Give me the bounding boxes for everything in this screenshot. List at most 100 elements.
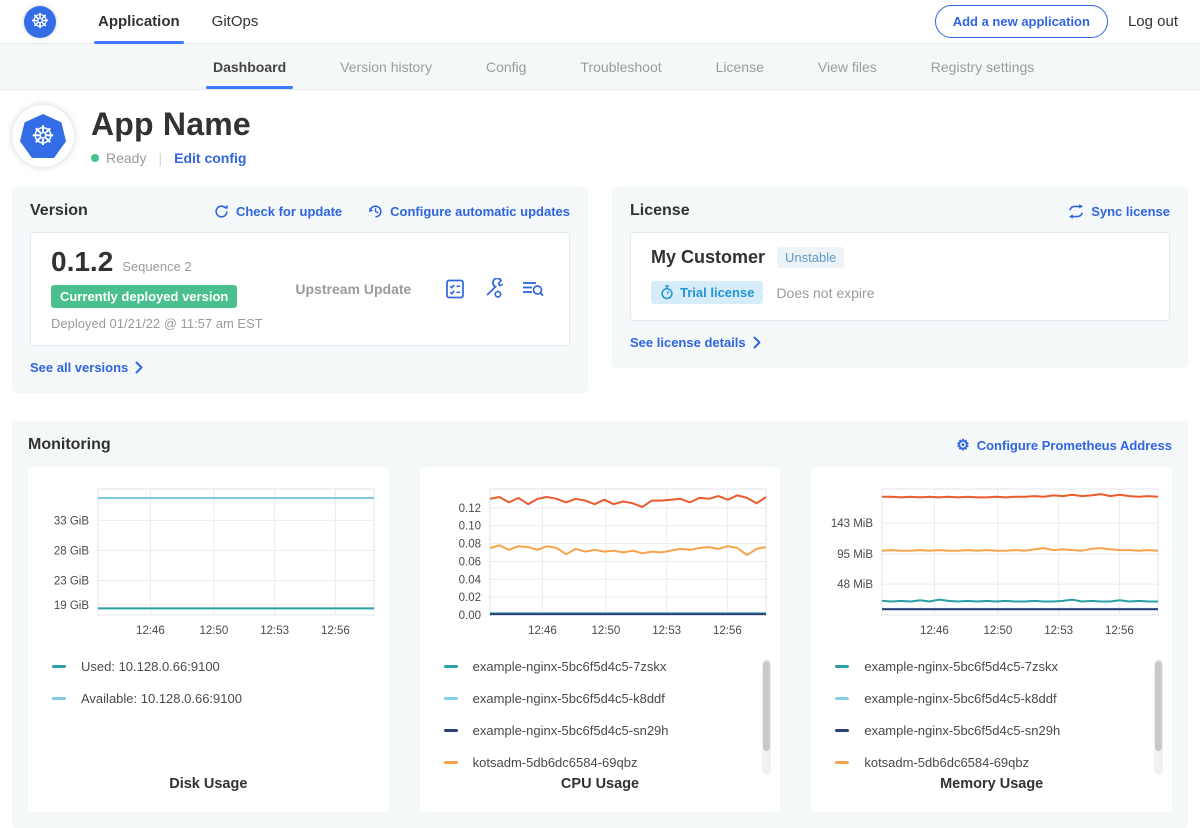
svg-text:12:53: 12:53	[1044, 625, 1073, 637]
svg-text:0.12: 0.12	[459, 503, 481, 515]
legend-label: example-nginx-5bc6f5d4c5-sn29h	[864, 723, 1060, 738]
legend-label: example-nginx-5bc6f5d4c5-k8ddf	[864, 691, 1056, 706]
svg-text:12:46: 12:46	[136, 625, 165, 637]
version-card: Version Check for update Configure autom…	[12, 187, 588, 393]
deployed-badge: Currently deployed version	[51, 285, 237, 308]
legend-swatch	[444, 665, 458, 668]
legend-scrollbar[interactable]	[1154, 659, 1163, 775]
svg-text:12:53: 12:53	[261, 625, 290, 637]
svg-text:28 GiB: 28 GiB	[54, 545, 89, 557]
current-version-box: 0.1.2 Sequence 2 Currently deployed vers…	[30, 232, 570, 346]
scrollbar-thumb[interactable]	[763, 661, 770, 751]
tab-version-history[interactable]: Version history	[313, 44, 459, 89]
legend-swatch	[835, 761, 849, 764]
svg-text:0.02: 0.02	[459, 592, 481, 604]
legend-swatch	[52, 665, 66, 668]
channel-badge: Unstable	[777, 247, 844, 268]
tab-registry-settings[interactable]: Registry settings	[904, 44, 1061, 89]
legend-scrollbar[interactable]	[762, 659, 771, 775]
refresh-icon	[214, 204, 229, 219]
logs-search-icon	[521, 278, 545, 300]
disk-usage-panel: 19 GiB23 GiB28 GiB33 GiB12:4612:5012:531…	[28, 467, 389, 812]
tab-license[interactable]: License	[689, 44, 791, 89]
divider: |	[158, 150, 162, 166]
svg-text:12:50: 12:50	[200, 625, 229, 637]
legend-item: example-nginx-5bc6f5d4c5-sn29h	[835, 723, 1146, 738]
monitoring-card: Monitoring ⚙ Configure Prometheus Addres…	[12, 421, 1188, 828]
version-number: 0.1.2	[51, 246, 113, 278]
legend-item: example-nginx-5bc6f5d4c5-sn29h	[444, 723, 755, 738]
legend-item: kotsadm-5db6dc6584-69qbz	[835, 755, 1146, 770]
chart-title: CPU Usage	[420, 776, 781, 792]
chevron-right-icon	[135, 361, 143, 374]
stopwatch-icon	[660, 285, 674, 300]
cpu-usage-panel: 0.000.020.040.060.080.100.1212:4612:5012…	[420, 467, 781, 812]
add-application-button[interactable]: Add a new application	[935, 5, 1108, 38]
memory-usage-panel: 48 MiB95 MiB143 MiB12:4612:5012:5312:56 …	[811, 467, 1172, 812]
version-sequence: Sequence 2	[122, 259, 191, 274]
logout-button[interactable]: Log out	[1128, 13, 1178, 30]
chart-panels: 19 GiB23 GiB28 GiB33 GiB12:4612:5012:531…	[28, 467, 1172, 812]
svg-text:12:46: 12:46	[920, 625, 949, 637]
legend-item: kotsadm-5db6dc6584-69qbz	[444, 755, 755, 770]
edit-config-link[interactable]: Edit config	[174, 150, 246, 166]
disk-usage-legend: Used: 10.128.0.66:9100 Available: 10.128.…	[28, 659, 389, 772]
app-icon: ☸	[12, 105, 74, 167]
legend-item: example-nginx-5bc6f5d4c5-7zskx	[444, 659, 755, 674]
see-license-details-link[interactable]: See license details	[630, 335, 761, 350]
config-wrench-button[interactable]	[482, 278, 505, 300]
nav-item-gitops[interactable]: GitOps	[196, 0, 275, 44]
configure-prometheus-link[interactable]: ⚙ Configure Prometheus Address	[956, 438, 1172, 453]
chart-title: Memory Usage	[811, 776, 1172, 792]
legend-item: example-nginx-5bc6f5d4c5-k8ddf	[444, 691, 755, 706]
tab-config[interactable]: Config	[459, 44, 553, 89]
tab-view-files[interactable]: View files	[791, 44, 904, 89]
kubernetes-wheel-icon: ☸	[31, 11, 50, 32]
legend-label: example-nginx-5bc6f5d4c5-7zskx	[864, 659, 1058, 674]
chevron-right-icon	[753, 336, 761, 349]
scrollbar-thumb[interactable]	[1155, 661, 1162, 751]
app-header: ☸ App Name Ready | Edit config	[0, 90, 1200, 181]
nav-item-application[interactable]: Application	[82, 0, 196, 44]
svg-text:19 GiB: 19 GiB	[54, 600, 89, 612]
svg-text:0.04: 0.04	[459, 574, 482, 586]
preflight-checks-button[interactable]	[444, 278, 466, 300]
view-logs-button[interactable]	[521, 278, 545, 300]
legend-label: kotsadm-5db6dc6584-69qbz	[473, 755, 638, 770]
license-card-title: License	[630, 202, 690, 220]
legend-swatch	[835, 729, 849, 732]
legend-label: Available: 10.128.0.66:9100	[81, 691, 242, 706]
svg-text:0.06: 0.06	[459, 556, 481, 568]
legend-item: example-nginx-5bc6f5d4c5-k8ddf	[835, 691, 1146, 706]
svg-text:12:56: 12:56	[713, 625, 742, 637]
legend-label: example-nginx-5bc6f5d4c5-sn29h	[473, 723, 669, 738]
legend-label: kotsadm-5db6dc6584-69qbz	[864, 755, 1029, 770]
preflight-checklist-icon	[444, 278, 466, 300]
kubernetes-wheel-icon: ☸	[31, 123, 55, 150]
tab-dashboard[interactable]: Dashboard	[186, 44, 313, 89]
sync-license-link[interactable]: Sync license	[1068, 204, 1170, 219]
svg-text:12:46: 12:46	[528, 625, 557, 637]
version-source: Upstream Update	[263, 281, 444, 297]
legend-item: Available: 10.128.0.66:9100	[52, 691, 363, 706]
svg-text:12:50: 12:50	[592, 625, 621, 637]
legend-label: example-nginx-5bc6f5d4c5-k8ddf	[473, 691, 665, 706]
tab-troubleshoot[interactable]: Troubleshoot	[553, 44, 688, 89]
svg-text:0.08: 0.08	[459, 539, 481, 551]
configure-automatic-updates-link[interactable]: Configure automatic updates	[368, 204, 570, 219]
legend-swatch	[835, 697, 849, 700]
chart-title: Disk Usage	[28, 776, 389, 792]
see-all-versions-link[interactable]: See all versions	[30, 360, 143, 375]
disk-usage-chart: 19 GiB23 GiB28 GiB33 GiB12:4612:5012:531…	[32, 479, 384, 647]
gear-icon: ⚙	[956, 438, 969, 453]
svg-text:33 GiB: 33 GiB	[54, 515, 89, 527]
svg-text:48 MiB: 48 MiB	[837, 579, 873, 591]
customer-name: My Customer	[651, 247, 765, 268]
legend-item: Used: 10.128.0.66:9100	[52, 659, 363, 674]
legend-item: example-nginx-5bc6f5d4c5-7zskx	[835, 659, 1146, 674]
check-for-update-link[interactable]: Check for update	[214, 204, 342, 219]
status-badge: Ready	[106, 150, 146, 166]
version-card-title: Version	[30, 202, 88, 220]
sync-icon	[1068, 204, 1084, 219]
svg-text:143 MiB: 143 MiB	[830, 518, 873, 530]
